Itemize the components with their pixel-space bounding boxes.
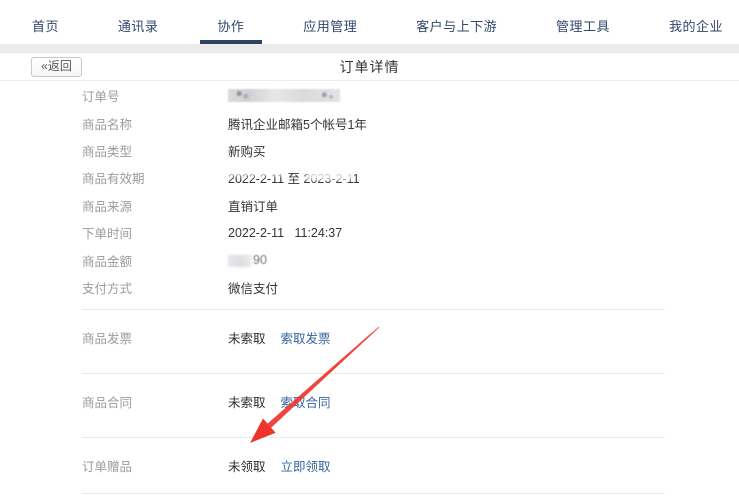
action-status: 未领取 (228, 456, 266, 475)
detail-row: 商品有效期 2022-2-11 至 2023-2-11 (82, 164, 739, 191)
nav-tab[interactable]: 我的企业 (669, 0, 723, 44)
page-header: «返回 订单详情 (0, 53, 739, 81)
detail-value: 腾讯企业邮箱5个帐号1年 (228, 114, 367, 133)
order-detail-content: 订单号 商品名称 腾讯企业邮箱5个帐号1年 商品类型 新购买 商品有效期 202… (0, 81, 739, 494)
nav-tab-label: 客户与上下游 (416, 16, 497, 35)
action-link[interactable]: 索取发票 (281, 328, 331, 347)
action-label: 订单赠品 (82, 456, 228, 475)
action-block: 商品合同 未索取 索取合同 (82, 373, 739, 429)
detail-row: 支付方式 微信支付 (82, 274, 739, 301)
section-divider (82, 493, 665, 494)
nav-tab[interactable]: 管理工具 (556, 0, 610, 44)
action-block: 订单赠品 未领取 立即领取 (82, 437, 739, 493)
detail-label: 下单时间 (82, 223, 228, 242)
detail-label: 商品名称 (82, 114, 228, 133)
action-row: 订单赠品 未领取 立即领取 (82, 438, 739, 493)
detail-row: 下单时间 2022-2-11 11:24:37 (82, 219, 739, 246)
action-label: 商品发票 (82, 328, 228, 347)
nav-tab[interactable]: 协作 (217, 0, 244, 44)
nav-tab[interactable]: 应用管理 (303, 0, 357, 44)
detail-list: 订单号 商品名称 腾讯企业邮箱5个帐号1年 商品类型 新购买 商品有效期 202… (82, 82, 739, 301)
action-row: 商品合同 未索取 索取合同 (82, 374, 739, 429)
header-gray-strip (0, 44, 739, 53)
action-block: 商品发票 未索取 索取发票 (82, 309, 739, 365)
detail-value: 新购买 (228, 141, 266, 160)
action-link[interactable]: 索取合同 (281, 392, 331, 411)
action-link[interactable]: 立即领取 (281, 456, 331, 475)
detail-value: 直销订单 (228, 196, 278, 215)
detail-value: 2022-2-11 至 2023-2-11 (228, 168, 360, 187)
nav-tab-label: 管理工具 (556, 16, 610, 35)
detail-row: 商品名称 腾讯企业邮箱5个帐号1年 (82, 109, 739, 136)
action-list: 商品发票 未索取 索取发票 商品合同 未索取 索取合同 订单赠品 未领取 立即领… (82, 309, 739, 493)
action-label: 商品合同 (82, 392, 228, 411)
detail-value (228, 89, 340, 102)
detail-label: 商品有效期 (82, 168, 228, 187)
detail-label: 商品金额 (82, 251, 228, 270)
detail-value: 90 (228, 253, 267, 267)
nav-tab-label: 我的企业 (669, 16, 723, 35)
detail-value: 2022-2-11 11:24:37 (228, 226, 342, 240)
detail-row: 商品类型 新购买 (82, 137, 739, 164)
nav-tab[interactable]: 首页 (32, 0, 59, 44)
action-row: 商品发票 未索取 索取发票 (82, 310, 739, 365)
detail-label: 支付方式 (82, 278, 228, 297)
top-nav: 首页 通讯录 协作 应用管理 客户与上下游 管理工具 我的企业 (0, 0, 739, 44)
action-status: 未索取 (228, 392, 266, 411)
detail-label: 订单号 (82, 86, 228, 105)
back-button[interactable]: «返回 (31, 57, 82, 77)
detail-label: 商品类型 (82, 141, 228, 160)
nav-tab[interactable]: 客户与上下游 (416, 0, 497, 44)
nav-tab-label: 应用管理 (303, 16, 357, 35)
action-status: 未索取 (228, 328, 266, 347)
detail-row: 商品来源 直销订单 (82, 192, 739, 219)
order-detail-page: 首页 通讯录 协作 应用管理 客户与上下游 管理工具 我的企业 «返回 订单详情… (0, 0, 739, 504)
nav-tab[interactable]: 通讯录 (118, 0, 159, 44)
page-title: 订单详情 (340, 57, 400, 77)
detail-label: 商品来源 (82, 196, 228, 215)
detail-value: 微信支付 (228, 278, 278, 297)
detail-row: 商品金额 90 (82, 246, 739, 273)
nav-tab-label: 首页 (32, 16, 59, 35)
detail-row: 订单号 (82, 82, 739, 109)
nav-tab-label: 协作 (217, 16, 244, 35)
nav-tab-label: 通讯录 (118, 16, 159, 35)
